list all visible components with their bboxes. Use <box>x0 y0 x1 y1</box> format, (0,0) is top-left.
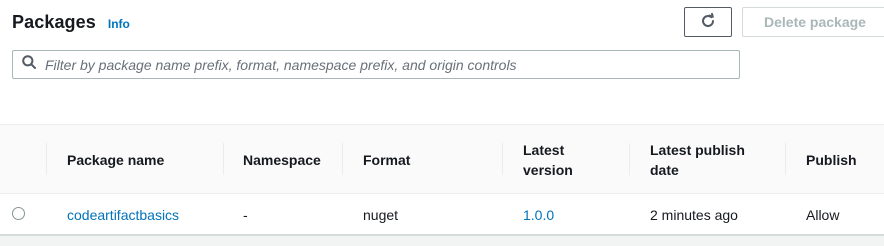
column-header-package-name[interactable]: Package name <box>67 125 164 194</box>
column-divider <box>785 143 786 175</box>
refresh-button[interactable] <box>684 7 732 37</box>
row-select-radio[interactable] <box>12 207 25 220</box>
package-name-link[interactable]: codeartifactbasics <box>67 194 179 235</box>
table-footer-divider <box>0 234 884 246</box>
page-title: Packages <box>12 12 96 32</box>
format-cell: nuget <box>363 206 399 223</box>
search-input[interactable] <box>45 51 739 78</box>
page-header: Packages Info <box>12 12 130 33</box>
delete-package-button[interactable]: Delete package <box>742 7 884 37</box>
column-header-latest-version[interactable]: Latest version <box>523 125 573 194</box>
packages-table: Package name Namespace Format Latest ver… <box>0 124 884 235</box>
column-divider <box>502 143 503 175</box>
column-header-format[interactable]: Format <box>363 125 410 194</box>
column-divider <box>223 143 224 175</box>
publish-cell: Allow <box>806 206 840 223</box>
column-header-namespace[interactable]: Namespace <box>243 125 321 194</box>
column-divider <box>342 143 343 175</box>
search-box[interactable] <box>12 50 740 79</box>
latest-publish-date-cell: 2 minutes ago <box>650 206 738 223</box>
latest-version-link[interactable]: 1.0.0 <box>523 194 554 235</box>
column-header-publish[interactable]: Publish <box>806 125 857 194</box>
column-divider <box>46 143 47 175</box>
namespace-cell: - <box>243 206 248 223</box>
search-icon <box>22 55 36 74</box>
info-link[interactable]: Info <box>108 17 130 31</box>
column-divider <box>629 143 630 175</box>
refresh-icon <box>700 12 716 32</box>
table-header: Package name Namespace Format Latest ver… <box>0 125 884 194</box>
column-header-latest-publish-date[interactable]: Latest publish date <box>650 125 745 194</box>
table-row[interactable]: codeartifactbasics - nuget 1.0.0 2 minut… <box>0 194 884 235</box>
